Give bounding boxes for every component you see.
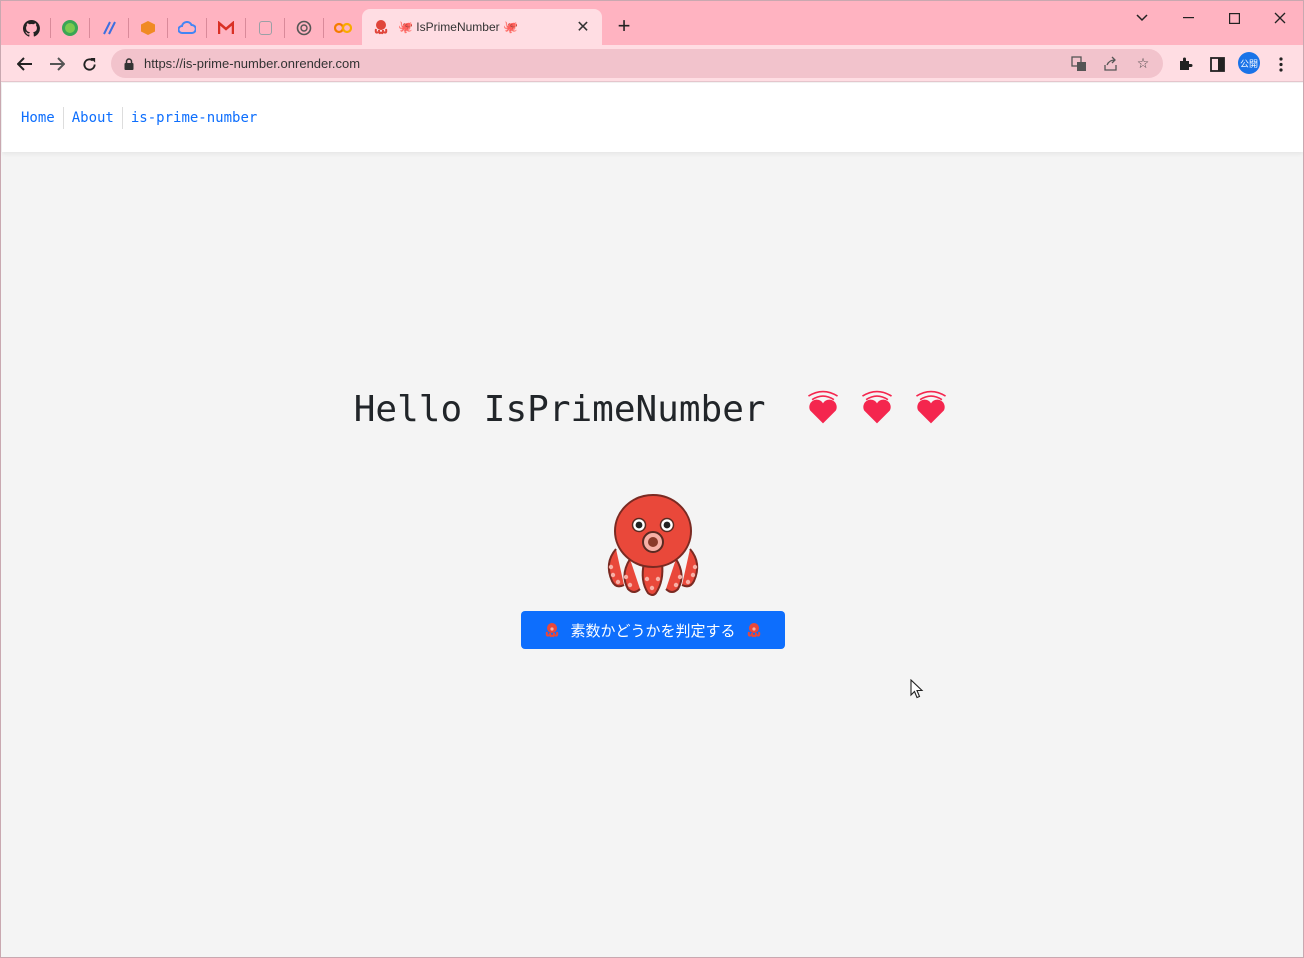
tab-isprimenumber[interactable]: 🐙 IsPrimeNumber 🐙 ✕ bbox=[362, 9, 602, 45]
octopus-icon bbox=[747, 623, 760, 638]
new-tab-button[interactable]: + bbox=[612, 15, 636, 39]
browser-toolbar: https://is-prime-number.onrender.com ☆ 公… bbox=[1, 45, 1303, 82]
pinned-tab-notebook[interactable] bbox=[250, 12, 280, 44]
pinned-tab-openai[interactable] bbox=[289, 12, 319, 44]
nav-link-home[interactable]: Home bbox=[13, 106, 64, 129]
close-tab-icon[interactable]: ✕ bbox=[574, 17, 592, 37]
site-navbar: Home About is-prime-number bbox=[2, 83, 1303, 152]
bookmark-star-icon[interactable]: ☆ bbox=[1131, 52, 1155, 76]
pinned-tab-green[interactable] bbox=[55, 12, 85, 44]
pinned-tab-gmail[interactable] bbox=[211, 12, 241, 44]
reload-button[interactable] bbox=[76, 51, 102, 77]
close-icon bbox=[1274, 12, 1286, 24]
octopus-favicon-icon bbox=[374, 20, 388, 35]
nav-link-is-prime-number[interactable]: is-prime-number bbox=[123, 107, 265, 129]
notebook-icon bbox=[258, 21, 272, 35]
github-icon bbox=[22, 19, 40, 37]
back-button[interactable] bbox=[12, 51, 38, 77]
openai-icon bbox=[296, 20, 312, 36]
pinned-tab-orange[interactable] bbox=[133, 12, 163, 44]
pinned-tab-colab[interactable] bbox=[328, 12, 358, 44]
hearts-group bbox=[803, 387, 951, 427]
octopus-icon bbox=[607, 494, 699, 596]
beating-heart-icon bbox=[808, 390, 839, 424]
url-text: https://is-prime-number.onrender.com bbox=[144, 56, 361, 71]
check-prime-button-label: 素数かどうかを判定する bbox=[570, 622, 736, 640]
forward-button[interactable] bbox=[44, 51, 70, 77]
nav-link-about[interactable]: About bbox=[64, 106, 123, 129]
minimize-icon bbox=[1182, 17, 1194, 19]
minimize-button[interactable] bbox=[1168, 7, 1208, 29]
back-arrow-icon bbox=[17, 57, 32, 71]
beating-heart-icon bbox=[916, 390, 947, 424]
page-content: Home About is-prime-number Hello IsPrime… bbox=[2, 83, 1303, 957]
lock-icon bbox=[124, 57, 134, 70]
side-panel-icon[interactable] bbox=[1204, 51, 1230, 77]
check-prime-button[interactable]: 素数かどうかを判定する bbox=[521, 611, 785, 649]
hero-heading: Hello IsPrimeNumber bbox=[2, 389, 1303, 431]
pinned-tab-github[interactable] bbox=[16, 12, 46, 44]
page-title: Hello IsPrimeNumber bbox=[353, 389, 766, 430]
maximize-icon bbox=[1228, 12, 1240, 24]
pinned-tab-slash[interactable] bbox=[94, 12, 124, 44]
profile-avatar[interactable]: 公開 bbox=[1238, 52, 1260, 74]
orange-box-icon bbox=[141, 21, 155, 35]
extensions-icon[interactable] bbox=[1172, 51, 1198, 77]
tab-strip: 🐙 IsPrimeNumber 🐙 ✕ + bbox=[1, 1, 1303, 45]
forward-arrow-icon bbox=[50, 57, 65, 71]
cloud-icon bbox=[178, 21, 196, 34]
close-window-button[interactable] bbox=[1260, 7, 1300, 29]
reload-icon bbox=[82, 57, 96, 71]
browser-window: 🐙 IsPrimeNumber 🐙 ✕ + https://is-prime-n… bbox=[0, 0, 1304, 958]
slash-app-icon bbox=[103, 21, 116, 35]
beating-heart-icon bbox=[862, 390, 893, 424]
menu-kebab-icon[interactable] bbox=[1268, 51, 1294, 77]
share-icon[interactable] bbox=[1099, 52, 1123, 76]
pinned-tab-cloud[interactable] bbox=[172, 12, 202, 44]
tab-title: 🐙 IsPrimeNumber 🐙 bbox=[398, 20, 518, 34]
tab-search-icon[interactable] bbox=[1122, 7, 1162, 29]
translate-icon[interactable] bbox=[1067, 52, 1091, 76]
address-bar[interactable]: https://is-prime-number.onrender.com ☆ bbox=[111, 49, 1163, 78]
mouse-cursor-icon bbox=[910, 679, 924, 699]
octopus-icon bbox=[546, 623, 559, 638]
gmail-icon bbox=[218, 21, 234, 34]
maximize-button[interactable] bbox=[1214, 7, 1254, 29]
green-circle-icon bbox=[62, 20, 78, 36]
colab-icon bbox=[334, 22, 352, 34]
